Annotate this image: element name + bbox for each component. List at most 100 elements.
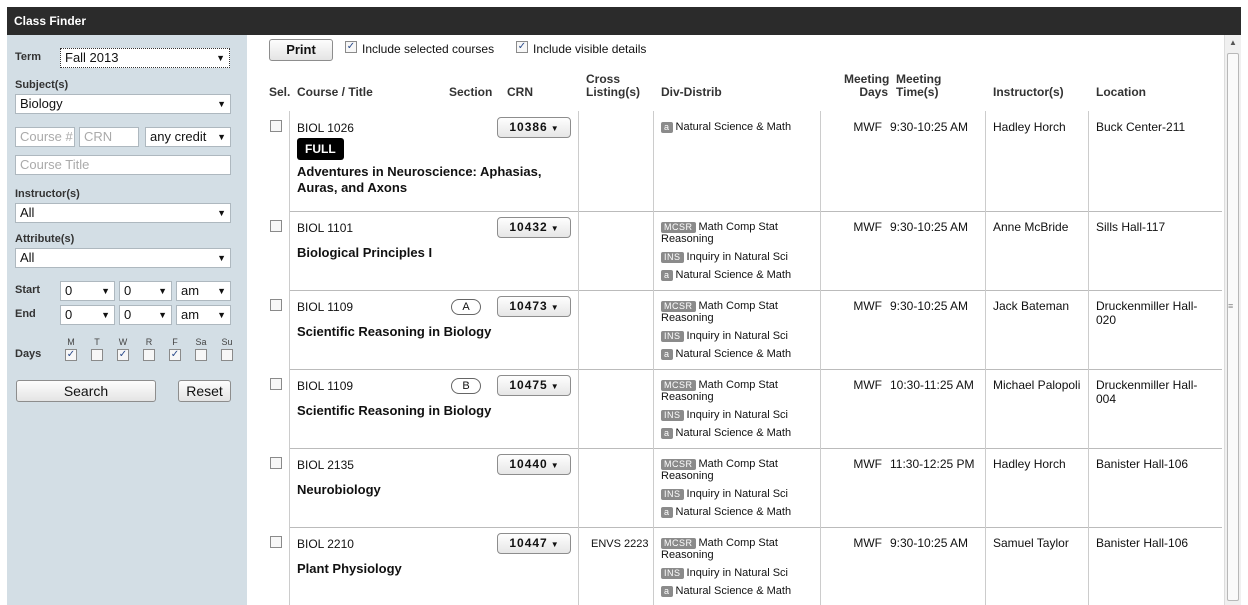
distribution-item: MCSR Math Comp Stat Reasoning <box>661 458 801 482</box>
column-rule <box>1088 211 1089 290</box>
course-title[interactable]: Neurobiology <box>297 482 567 498</box>
meeting-time: 9:30-10:25 AM <box>890 120 969 134</box>
chevron-down-icon: ▼ <box>550 461 559 470</box>
grip-icon: ≡ <box>1228 301 1234 311</box>
day-checkbox[interactable]: ✓ <box>117 349 129 361</box>
distribution-tag: a <box>661 507 673 518</box>
distribution-text: Natural Science & Math <box>675 427 792 439</box>
column-rule <box>820 211 821 290</box>
distribution-tag: INS <box>661 252 684 263</box>
meeting-days: MWF <box>853 120 882 134</box>
col-time-2: Time(s) <box>896 85 939 99</box>
column-rule <box>653 111 654 211</box>
scroll-up-icon[interactable]: ▲ <box>1229 38 1237 47</box>
course-number-input[interactable]: Course # <box>15 127 75 147</box>
vertical-scrollbar[interactable]: ▲ ≡ <box>1224 35 1241 605</box>
row-divider <box>289 290 1222 291</box>
day-checkbox[interactable] <box>143 349 155 361</box>
column-rule <box>820 290 821 369</box>
print-button[interactable]: Print <box>269 39 333 61</box>
crn-dropdown[interactable]: 10432 ▼ <box>497 217 571 238</box>
crn-input[interactable]: CRN <box>79 127 139 147</box>
distribution-tag: a <box>661 428 673 439</box>
row-select-checkbox[interactable] <box>270 536 282 548</box>
crn-value: 10473 <box>509 299 548 313</box>
day-checkbox[interactable] <box>91 349 103 361</box>
start-ampm-select[interactable]: am ▼ <box>176 281 231 301</box>
column-rule <box>820 369 821 448</box>
start-minute-select[interactable]: 0 ▼ <box>119 281 172 301</box>
course-title[interactable]: Adventures in Neuroscience: Aphasias, Au… <box>297 164 567 196</box>
row-select-checkbox[interactable] <box>270 299 282 311</box>
column-rule <box>578 211 579 290</box>
start-ampm-value: am <box>181 283 200 298</box>
chevron-down-icon: ▼ <box>217 99 226 109</box>
credit-select[interactable]: any credit ▼ <box>145 127 231 147</box>
crn-dropdown[interactable]: 10473 ▼ <box>497 296 571 317</box>
distribution-item: MCSR Math Comp Stat Reasoning <box>661 300 801 324</box>
day-checkbox[interactable]: ✓ <box>65 349 77 361</box>
include-selected-checkbox[interactable]: ✓ <box>345 41 357 53</box>
course-title-input[interactable]: Course Title <box>15 155 231 175</box>
credit-value: any credit <box>150 129 207 144</box>
reset-button[interactable]: Reset <box>178 380 231 402</box>
attribute-select[interactable]: All ▼ <box>15 248 231 268</box>
start-hour-select[interactable]: 0 ▼ <box>60 281 115 301</box>
end-hour-select[interactable]: 0 ▼ <box>60 305 115 325</box>
distribution-tag: a <box>661 586 673 597</box>
column-rule <box>653 448 654 527</box>
row-select-checkbox[interactable] <box>270 378 282 390</box>
row-select-checkbox[interactable] <box>270 120 282 132</box>
distribution-tag: INS <box>661 568 684 579</box>
end-ampm-select[interactable]: am ▼ <box>176 305 231 325</box>
distribution-tag: INS <box>661 489 684 500</box>
meeting-days: MWF <box>853 220 882 234</box>
col-cross-2: Listing(s) <box>586 85 640 99</box>
crn-value: 10475 <box>509 378 548 392</box>
include-details-label: Include visible details <box>533 42 647 56</box>
day-checkbox[interactable]: ✓ <box>169 349 181 361</box>
meeting-time: 10:30-11:25 AM <box>890 378 974 392</box>
day-checkbox[interactable] <box>195 349 207 361</box>
scrollbar-thumb[interactable] <box>1227 53 1239 601</box>
crn-dropdown[interactable]: 10440 ▼ <box>497 454 571 475</box>
distribution-item: a Natural Science & Math <box>661 427 801 439</box>
column-rule <box>289 290 290 369</box>
chevron-down-icon: ▼ <box>217 310 226 320</box>
row-select-checkbox[interactable] <box>270 457 282 469</box>
distribution-text: Natural Science & Math <box>675 121 792 133</box>
distribution-item: a Natural Science & Math <box>661 585 801 597</box>
subject-select[interactable]: Biology ▼ <box>15 94 231 114</box>
course-title[interactable]: Biological Principles I <box>297 245 567 261</box>
course-code: BIOL 2135 <box>297 458 354 472</box>
course-title[interactable]: Plant Physiology <box>297 561 567 577</box>
crn-dropdown[interactable]: 10475 ▼ <box>497 375 571 396</box>
right-margin <box>1241 35 1248 605</box>
course-title[interactable]: Scientific Reasoning in Biology <box>297 324 567 340</box>
location: Sills Hall-117 <box>1096 220 1166 234</box>
include-details-checkbox[interactable]: ✓ <box>516 41 528 53</box>
chevron-down-icon: ▼ <box>216 53 225 63</box>
filter-sidebar: Term Fall 2013 ▼ Subject(s) Biology ▼ Co… <box>7 35 247 605</box>
distribution-item: a Natural Science & Math <box>661 348 801 360</box>
instructor-select[interactable]: All ▼ <box>15 203 231 223</box>
search-button[interactable]: Search <box>16 380 156 402</box>
distribution-item: a Natural Science & Math <box>661 269 801 281</box>
end-minute-select[interactable]: 0 ▼ <box>119 305 172 325</box>
row-select-checkbox[interactable] <box>270 220 282 232</box>
crn-dropdown[interactable]: 10386 ▼ <box>497 117 571 138</box>
distribution-tag: MCSR <box>661 538 696 549</box>
course-title[interactable]: Scientific Reasoning in Biology <box>297 403 567 419</box>
distribution-item: INS Inquiry in Natural Sci <box>661 251 801 263</box>
distribution-item: MCSR Math Comp Stat Reasoning <box>661 379 801 403</box>
crn-dropdown[interactable]: 10447 ▼ <box>497 533 571 554</box>
column-rule <box>985 211 986 290</box>
day-checkbox[interactable] <box>221 349 233 361</box>
column-rule <box>1088 111 1089 211</box>
start-label: Start <box>15 284 41 296</box>
distribution-item: INS Inquiry in Natural Sci <box>661 488 801 500</box>
column-rule <box>578 111 579 211</box>
course-code: BIOL 1109 <box>297 379 354 393</box>
day-label: M <box>67 337 75 347</box>
term-select[interactable]: Fall 2013 ▼ <box>60 48 230 68</box>
